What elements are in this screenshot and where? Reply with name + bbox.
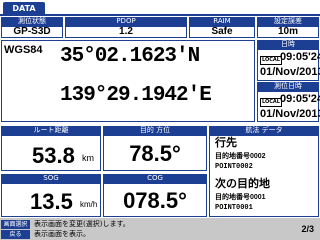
route-distance-unit: km [82,153,94,163]
nav-next-title: 次の目的地 [215,178,270,190]
status-value-error: 10m [277,26,298,37]
footer-help-line1: 表示画面を変更(選択)します。 [34,220,130,228]
latitude-value: 35°02.1623'N [60,45,200,68]
datetime-time: 09:05'24 [280,51,320,63]
status-cell-error: 10m [257,26,319,38]
fixtime-date: 01/Nov/2013 [260,108,320,120]
cog-label: COG [103,174,207,183]
datetime-label: 日時 [257,40,319,49]
route-distance-label: ルート距離 [1,126,101,135]
fixtime-time: 09:05'24 [280,93,320,105]
nav-data-panel: 行先 目的地番号0002 POINT0002 次の目的地 目的地番号0001 P… [209,135,319,217]
datetime-box: LOCAL 09:05'24 01/Nov/2013 [257,49,320,81]
fixtime-local-badge: LOCAL [260,98,282,107]
nav-next-point: POINT0001 [215,204,253,212]
footer-help-line2: 表示画面を表示。 [34,230,90,238]
status-label-pdop: PDOP [65,17,187,26]
longitude-value: 139°29.1942'E [60,84,212,107]
nav-data-label: 航法 データ [209,126,319,135]
bearing-label: 目的 方位 [103,126,207,135]
page-indicator: 2/3 [301,224,314,234]
status-label-raim: RAIM [189,17,255,26]
fixtime-box: LOCAL 09:05'24 01/Nov/2013 [257,91,320,122]
nav-dest-title: 行先 [215,137,237,149]
nav-next-name: 目的地番号0001 [215,194,266,201]
status-value-fix: GP-S3D [13,26,51,37]
status-value-raim: Safe [211,26,233,37]
nav-dest-name: 目的地番号0002 [215,153,266,160]
cog-value: 078.5° [123,188,187,213]
datetime-date: 01/Nov/2013 [260,66,320,78]
cog-cell: 078.5° [103,183,207,217]
back-button[interactable]: 戻る [1,230,30,239]
bearing-value: 78.5° [129,141,181,166]
sog-unit: km/h [80,200,98,209]
status-cell-pdop: 1.2 [65,26,187,38]
datetime-local-badge: LOCAL [260,56,282,65]
status-value-pdop: 1.2 [119,26,133,37]
fixtime-label: 測位日時 [257,82,319,91]
header-bar: DATA [0,0,320,16]
position-panel: WGS84 35°02.1623'N 139°29.1942'E [1,40,255,122]
sog-value: 13.5 [30,189,73,214]
datum-label: WGS84 [4,44,43,56]
bearing-cell: 78.5° [103,135,207,171]
route-distance-value: 53.8 [32,143,75,168]
screen-select-button[interactable]: 画面選択 [1,220,30,229]
sog-cell: 13.5 km/h [1,183,101,217]
status-label-fix: 測位状態 [1,17,63,26]
nav-dest-point: POINT0002 [215,163,253,171]
status-cell-raim: Safe [189,26,255,38]
footer-bar: 画面選択 戻る 表示画面を変更(選択)します。 表示画面を表示。 2/3 [0,218,320,240]
header-divider [0,14,320,16]
status-cell-fix: GP-S3D [1,26,63,38]
sog-label: SOG [1,174,101,183]
route-distance-cell: 53.8 km [1,135,101,171]
status-label-error: 設定誤差 [257,17,319,26]
